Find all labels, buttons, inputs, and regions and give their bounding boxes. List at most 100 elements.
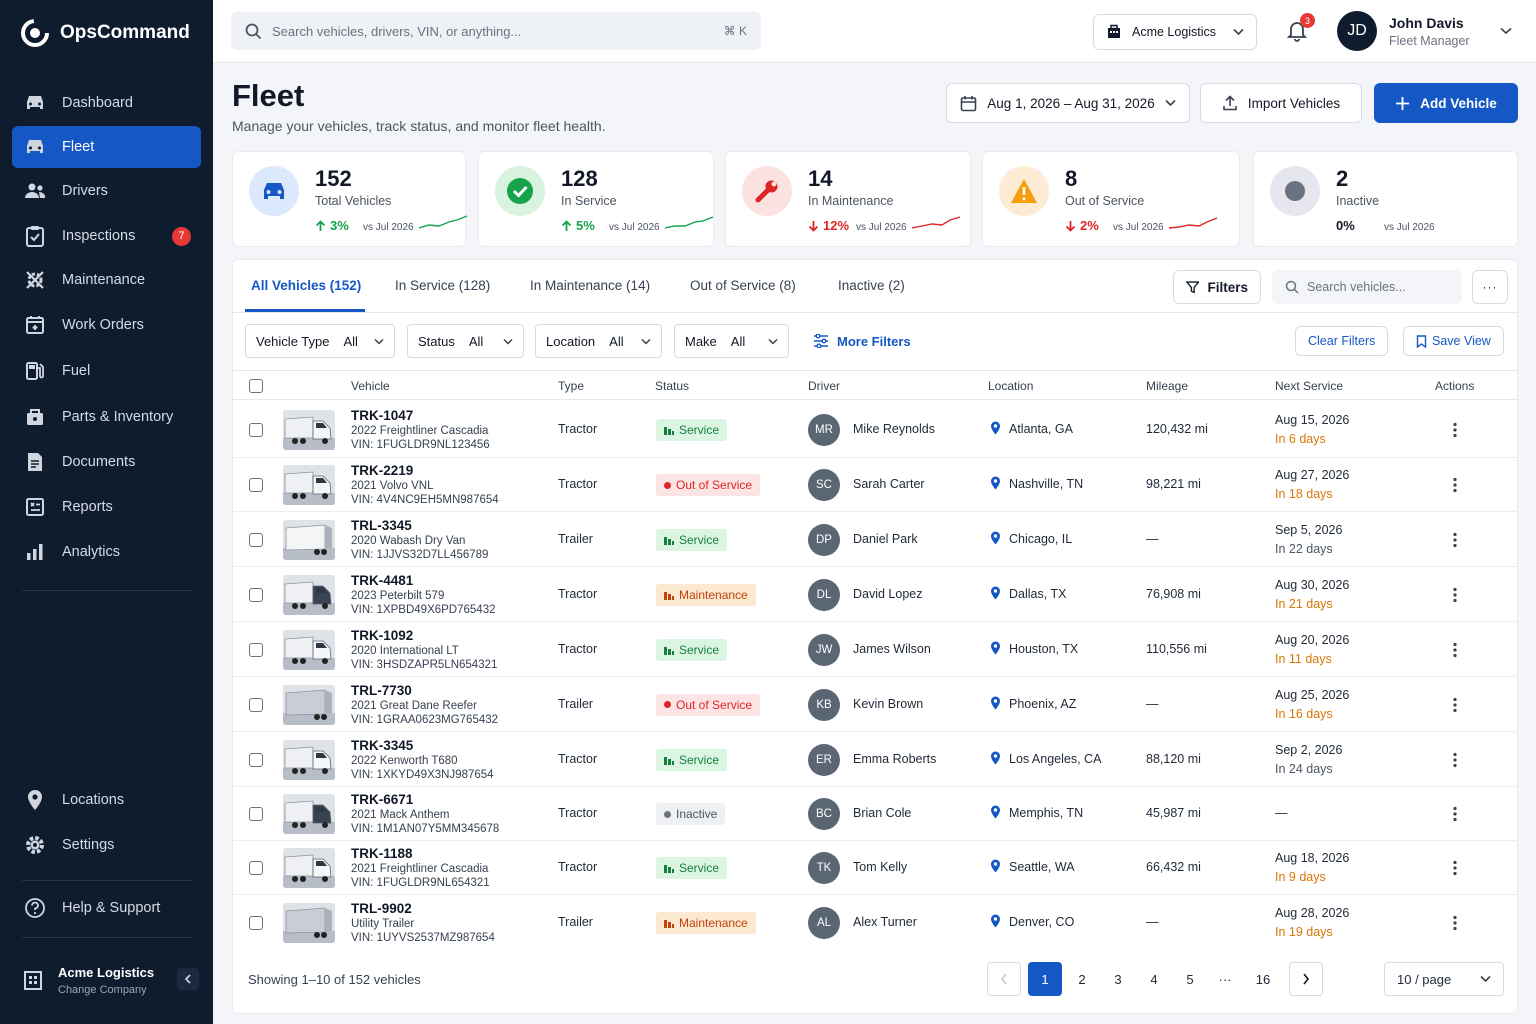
driver-name[interactable]: David Lopez [853, 587, 923, 601]
row-actions-menu-icon[interactable] [1453, 532, 1457, 548]
vehicle-id[interactable]: TRK-1047 [351, 408, 490, 424]
table-row[interactable]: TRK-3345 2022 Kenworth T680 VIN: 1XKYD49X3… [233, 732, 1519, 787]
stat-card-inactive[interactable]: 2 Inactive 0% vs Jul 2026 [1253, 151, 1518, 247]
table-row[interactable]: TRK-4481 2023 Peterbilt 579 VIN: 1XPBD49X6… [233, 567, 1519, 622]
table-row[interactable]: TRK-1047 2022 Freightliner Cascadia VIN: 1… [233, 402, 1519, 458]
sidebar-item-reports[interactable]: Reports [12, 486, 201, 528]
filter-location-select[interactable]: Location All [535, 324, 662, 358]
tab-in-maintenance[interactable]: In Maintenance (14) [530, 278, 650, 314]
previous-page-button[interactable] [987, 962, 1021, 996]
vehicle-cell[interactable]: TRK-1092 2020 International LT VIN: 3HSDZA… [351, 628, 497, 673]
column-header-mileage[interactable]: Mileage [1146, 379, 1188, 393]
vehicle-id[interactable]: TRL-7730 [351, 683, 498, 699]
global-search[interactable]: ⌘ K [231, 12, 761, 50]
sidebar-item-locations[interactable]: Locations [12, 779, 201, 821]
driver-name[interactable]: Emma Roberts [853, 752, 936, 766]
collapse-sidebar-button[interactable] [177, 968, 199, 990]
page-2-button[interactable]: 2 [1065, 962, 1099, 996]
tab-inactive[interactable]: Inactive (2) [838, 278, 905, 314]
row-actions-menu-icon[interactable] [1453, 587, 1457, 603]
vehicle-cell[interactable]: TRK-3345 2022 Kenworth T680 VIN: 1XKYD49X3… [351, 738, 494, 783]
stat-card-in-service[interactable]: 128 In Service 5% vs Jul 2026 [478, 151, 714, 247]
row-actions-menu-icon[interactable] [1453, 806, 1457, 822]
row-actions-menu-icon[interactable] [1453, 752, 1457, 768]
stat-card-out-of-service[interactable]: 8 Out of Service 2% vs Jul 2026 [982, 151, 1240, 247]
global-search-input[interactable] [272, 23, 714, 39]
row-checkbox[interactable] [249, 532, 263, 547]
table-row[interactable]: TRK-6671 2021 Mack Anthem VIN: 1M1AN07Y5MM… [233, 787, 1519, 841]
notifications-button[interactable]: 3 [1285, 13, 1315, 44]
row-checkbox[interactable] [249, 752, 263, 767]
table-row[interactable]: TRK-1092 2020 International LT VIN: 3HSDZA… [233, 622, 1519, 677]
change-company-link[interactable]: Change Company [58, 984, 154, 996]
page-3-button[interactable]: 3 [1101, 962, 1135, 996]
driver-name[interactable]: Kevin Brown [853, 697, 923, 711]
table-row[interactable]: TRK-2219 2021 Volvo VNL VIN: 4V4NC9EH5MN98… [233, 458, 1519, 512]
driver-name[interactable]: Daniel Park [853, 532, 918, 546]
vehicle-cell[interactable]: TRK-6671 2021 Mack Anthem VIN: 1M1AN07Y5MM… [351, 792, 499, 837]
company-switcher[interactable]: Acme Logistics Change Company [22, 956, 202, 1004]
driver-name[interactable]: Tom Kelly [853, 860, 907, 874]
table-row[interactable]: TRL-7730 2021 Great Dane Reefer VIN: 1GRAA… [233, 677, 1519, 732]
filter-status-select[interactable]: Status All [407, 324, 524, 358]
vehicle-id[interactable]: TRK-1092 [351, 628, 497, 644]
table-search[interactable]: Search vehicles... [1272, 270, 1462, 304]
sidebar-item-analytics[interactable]: Analytics [12, 531, 201, 573]
driver-name[interactable]: Alex Turner [853, 915, 917, 929]
vehicle-id[interactable]: TRK-3345 [351, 738, 494, 754]
date-range-picker[interactable]: Aug 1, 2026 – Aug 31, 2026 [946, 83, 1190, 123]
driver-name[interactable]: Sarah Carter [853, 477, 925, 491]
vehicle-id[interactable]: TRK-6671 [351, 792, 499, 808]
column-header-next-service[interactable]: Next Service [1275, 379, 1343, 393]
vehicle-cell[interactable]: TRK-1047 2022 Freightliner Cascadia VIN: 1… [351, 408, 490, 453]
column-header-driver[interactable]: Driver [808, 379, 840, 393]
row-checkbox[interactable] [249, 807, 263, 821]
driver-name[interactable]: Mike Reynolds [853, 422, 935, 436]
sidebar-item-inspections[interactable]: Inspections 7 [12, 215, 201, 257]
tab-out-of-service[interactable]: Out of Service (8) [690, 278, 796, 314]
column-header-location[interactable]: Location [988, 379, 1033, 393]
filters-button[interactable]: Filters [1173, 270, 1261, 304]
sidebar-item-fleet[interactable]: Fleet [12, 126, 201, 168]
page-1-button[interactable]: 1 [1028, 962, 1062, 996]
row-checkbox[interactable] [249, 697, 263, 712]
vehicle-id[interactable]: TRK-1188 [351, 846, 490, 862]
organization-select[interactable]: Acme Logistics [1093, 14, 1257, 50]
select-all-checkbox[interactable] [249, 379, 263, 393]
row-actions-menu-icon[interactable] [1453, 860, 1457, 876]
user-menu[interactable]: JD John Davis Fleet Manager [1337, 11, 1512, 51]
driver-name[interactable]: Brian Cole [853, 806, 911, 820]
vehicle-cell[interactable]: TRL-7730 2021 Great Dane Reefer VIN: 1GRAA… [351, 683, 498, 728]
row-checkbox[interactable] [249, 478, 263, 492]
page-4-button[interactable]: 4 [1137, 962, 1171, 996]
vehicle-cell[interactable]: TRK-4481 2023 Peterbilt 579 VIN: 1XPBD49X6… [351, 573, 495, 618]
table-row[interactable]: TRK-1188 2021 Freightliner Cascadia VIN: 1… [233, 841, 1519, 895]
row-actions-menu-icon[interactable] [1453, 915, 1457, 931]
sidebar-item-work-orders[interactable]: Work Orders [12, 304, 201, 346]
column-header-type[interactable]: Type [558, 379, 584, 393]
vehicle-cell[interactable]: TRK-2219 2021 Volvo VNL VIN: 4V4NC9EH5MN98… [351, 463, 499, 508]
sidebar-item-maintenance[interactable]: Maintenance [12, 259, 201, 301]
stat-card-in-maintenance[interactable]: 14 In Maintenance 12% vs Jul 2026 [725, 151, 971, 247]
per-page-select[interactable]: 10 / page [1384, 962, 1504, 996]
save-view-button[interactable]: Save View [1403, 326, 1504, 356]
filter-vehicle-type-select[interactable]: Vehicle Type All [245, 324, 395, 358]
add-vehicle-button[interactable]: Add Vehicle [1374, 83, 1518, 123]
more-filters-button[interactable]: More Filters [801, 324, 923, 358]
column-header-vehicle[interactable]: Vehicle [351, 379, 390, 393]
sidebar-item-settings[interactable]: Settings [12, 824, 201, 866]
row-actions-menu-icon[interactable] [1453, 697, 1457, 713]
vehicle-id[interactable]: TRK-4481 [351, 573, 495, 589]
next-page-button[interactable] [1289, 962, 1323, 996]
vehicle-id[interactable]: TRL-9902 [351, 901, 495, 917]
page-16-button[interactable]: 16 [1246, 962, 1280, 996]
row-actions-menu-icon[interactable] [1453, 477, 1457, 493]
vehicle-cell[interactable]: TRK-1188 2021 Freightliner Cascadia VIN: 1… [351, 846, 490, 891]
column-header-status[interactable]: Status [655, 379, 689, 393]
table-row[interactable]: TRL-9902 Utility Trailer VIN: 1UYVS2537MZ9… [233, 895, 1519, 950]
vehicle-id[interactable]: TRK-2219 [351, 463, 499, 479]
import-vehicles-button[interactable]: Import Vehicles [1200, 83, 1362, 123]
vehicle-id[interactable]: TRL-3345 [351, 518, 488, 534]
row-checkbox[interactable] [249, 642, 263, 657]
row-checkbox[interactable] [249, 915, 263, 930]
